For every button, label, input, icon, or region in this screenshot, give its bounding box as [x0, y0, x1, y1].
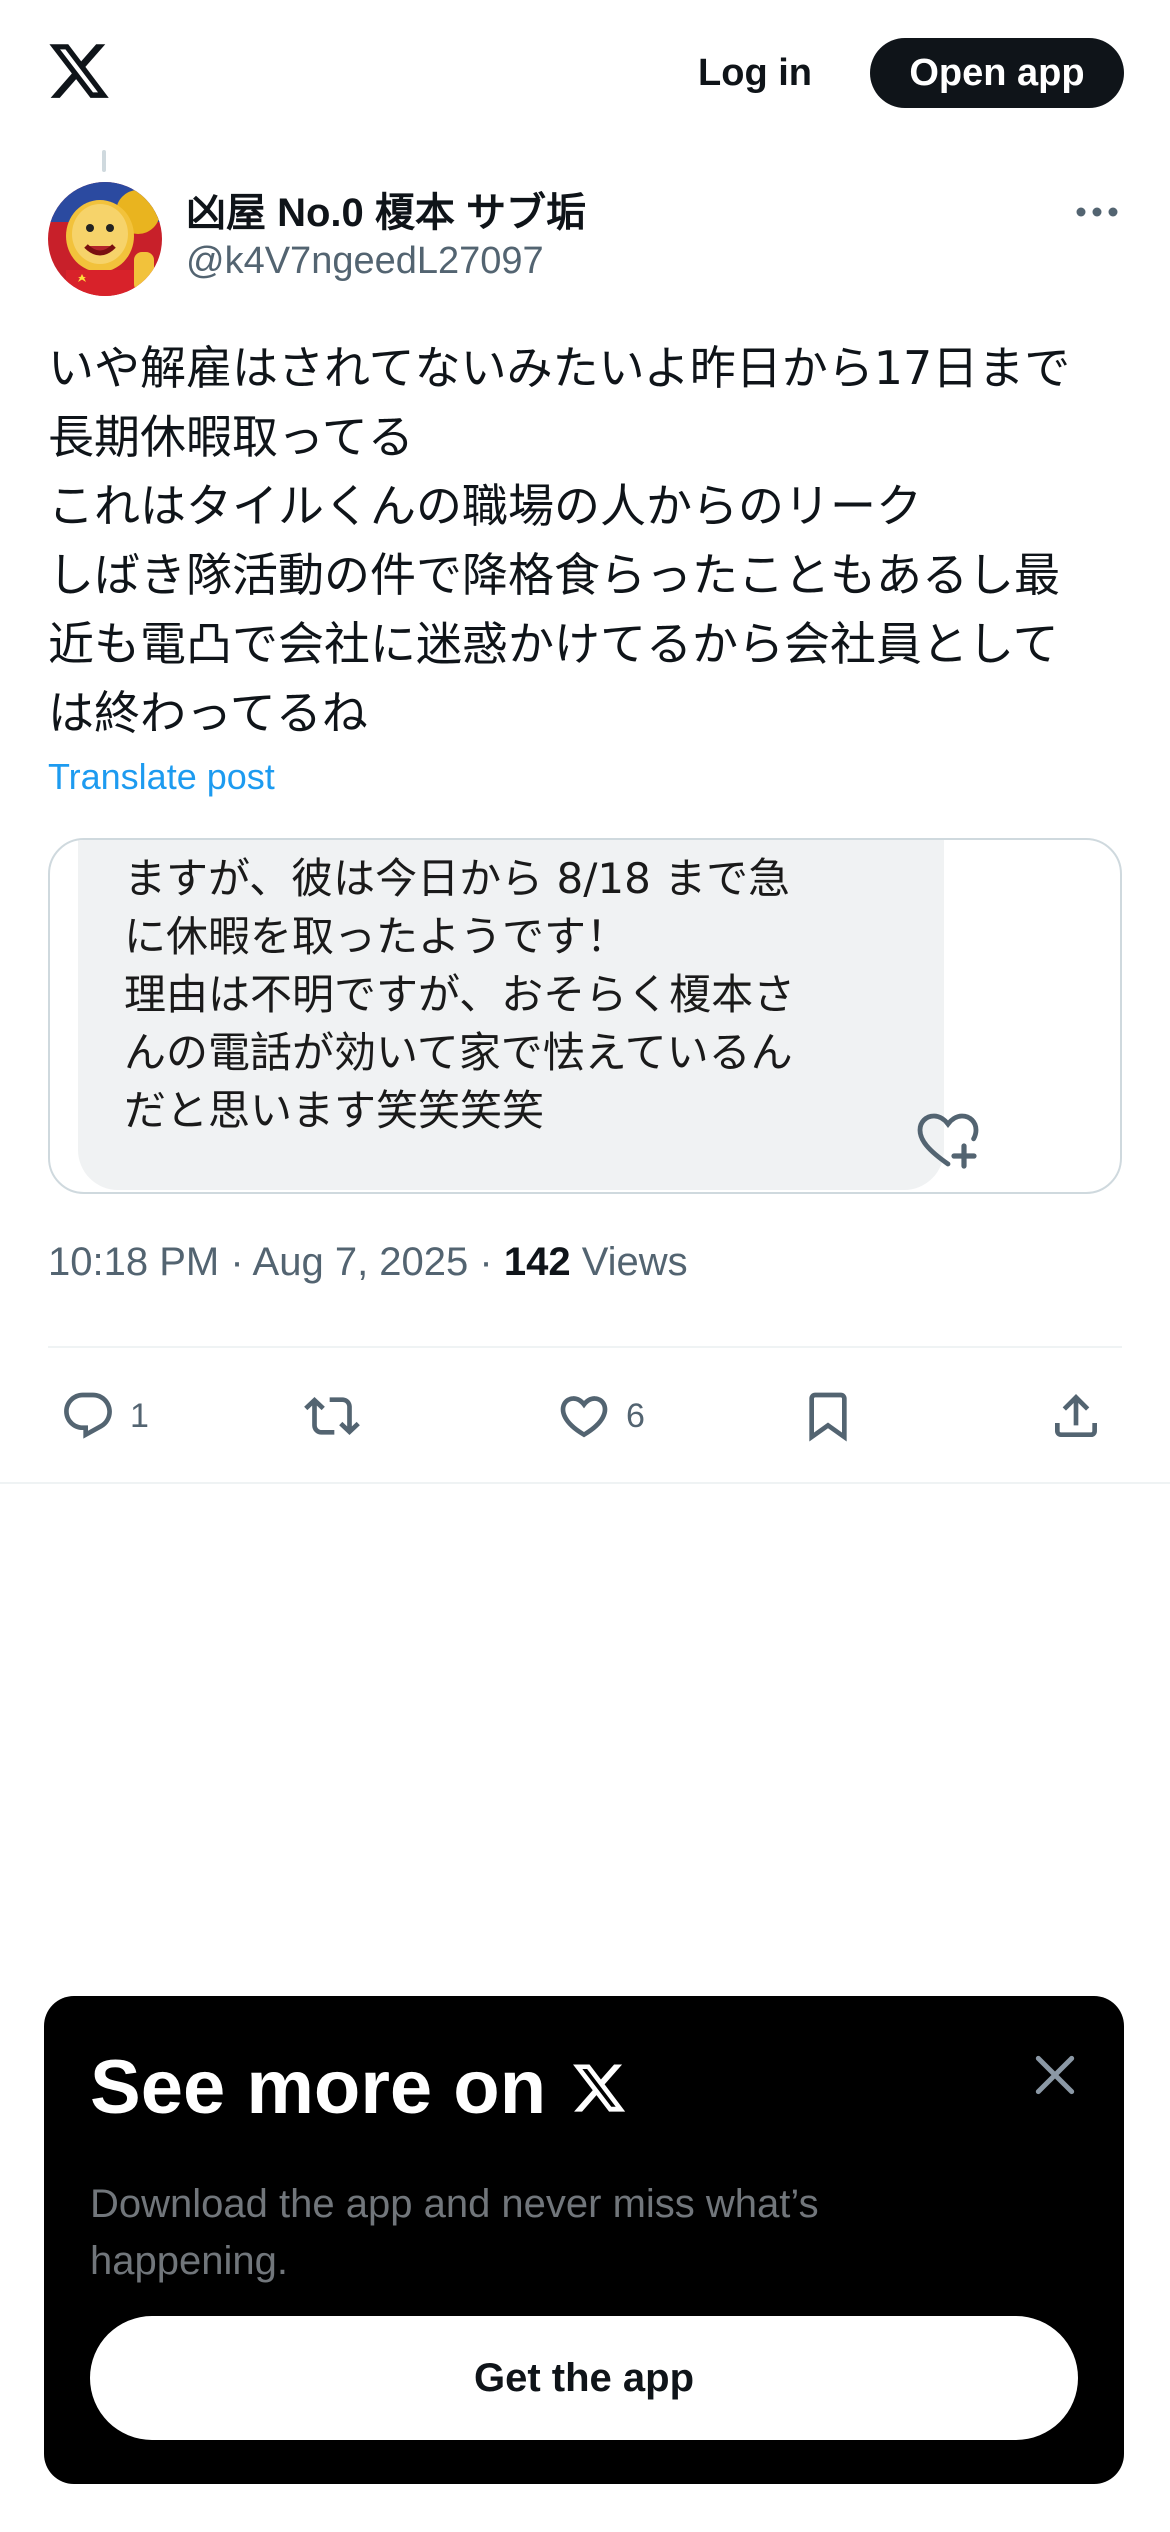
- thread-connector-line: [102, 150, 106, 172]
- author-handle[interactable]: @k4V7ngeedL27097: [186, 240, 544, 283]
- post-timestamp[interactable]: 10:18 PM · Aug 7, 2025 ·: [48, 1240, 504, 1284]
- share-icon: [1055, 1394, 1097, 1437]
- chat-text-line: だと思います笑笑笑笑: [124, 1086, 545, 1135]
- heart-plus-icon: [917, 1113, 979, 1169]
- post-text-line: は終わってるね: [48, 686, 368, 740]
- x-logo-icon[interactable]: [44, 38, 114, 104]
- share-button[interactable]: [1048, 1384, 1104, 1448]
- repost-icon: [304, 1397, 360, 1435]
- close-icon[interactable]: [1030, 2050, 1080, 2100]
- reply-count: 1: [130, 1396, 149, 1435]
- post-text-line: いや解雇はされてないみたいよ昨日から17日まで: [48, 341, 1071, 395]
- promo-description: Download the app and never miss what’s h…: [90, 2182, 819, 2283]
- post-text-line: 長期休暇取ってる: [48, 410, 414, 464]
- chat-text-line: に休暇を取ったようです！: [124, 912, 629, 961]
- like-count: 6: [626, 1396, 645, 1435]
- login-button[interactable]: Log in: [680, 38, 830, 108]
- views-count: 142: [503, 1240, 571, 1284]
- translate-post-link[interactable]: Translate post: [48, 756, 275, 798]
- app-promo-sheet: See more on Download the app and never m…: [44, 1996, 1124, 2484]
- views-label: Views: [570, 1240, 688, 1284]
- like-button[interactable]: 6: [556, 1384, 645, 1448]
- post-text-line: 近も電凸で会社に迷惑かけてるから会社員として: [48, 617, 1059, 671]
- post-meta: 10:18 PM · Aug 7, 2025 · 142 Views: [48, 1240, 688, 1285]
- x-logo-icon: [573, 2063, 626, 2112]
- avatar-image: [48, 182, 162, 296]
- promo-title-text: See more on: [90, 2045, 547, 2130]
- reply-button[interactable]: 1: [60, 1384, 149, 1448]
- media-image[interactable]: ますが、彼は今日から 8/18 まで急 に休暇を取ったようです！ 理由は不明です…: [48, 838, 1122, 1194]
- top-bar: Log in Open app: [0, 0, 1170, 150]
- heart-icon: [560, 1396, 608, 1438]
- divider: [48, 1346, 1122, 1348]
- chat-bubble-text: ますが、彼は今日から 8/18 まで急 に休暇を取ったようです！ 理由は不明です…: [124, 850, 795, 1140]
- promo-title: See more on: [90, 2044, 630, 2131]
- avatar[interactable]: [48, 182, 162, 296]
- bookmark-button[interactable]: [800, 1384, 856, 1448]
- post-text-line: しばき隊活動の件で降格食らったこともあるし最: [48, 548, 1060, 602]
- open-app-button[interactable]: Open app: [870, 38, 1124, 108]
- chat-text-line: んの電話が効いて家で怯えているん: [124, 1028, 793, 1077]
- post-text-line: これはタイルくんの職場の人からのリーク: [48, 479, 922, 533]
- reply-icon: [64, 1392, 112, 1439]
- post-text: いや解雇はされてないみたいよ昨日から17日まで 長期休暇取ってる これはタイルく…: [48, 334, 1128, 748]
- more-options-icon[interactable]: [1074, 202, 1120, 222]
- author-name[interactable]: 凶屋 No.0 榎本 サブ垢: [186, 180, 586, 238]
- chat-text-line: ますが、彼は今日から 8/18 まで急: [124, 854, 791, 903]
- repost-button[interactable]: [304, 1384, 360, 1448]
- get-the-app-button[interactable]: Get the app: [90, 2316, 1078, 2440]
- chat-text-line: 理由は不明ですが、おそらく榎本さ: [124, 970, 796, 1019]
- divider: [0, 1482, 1170, 1484]
- bookmark-icon: [809, 1392, 847, 1442]
